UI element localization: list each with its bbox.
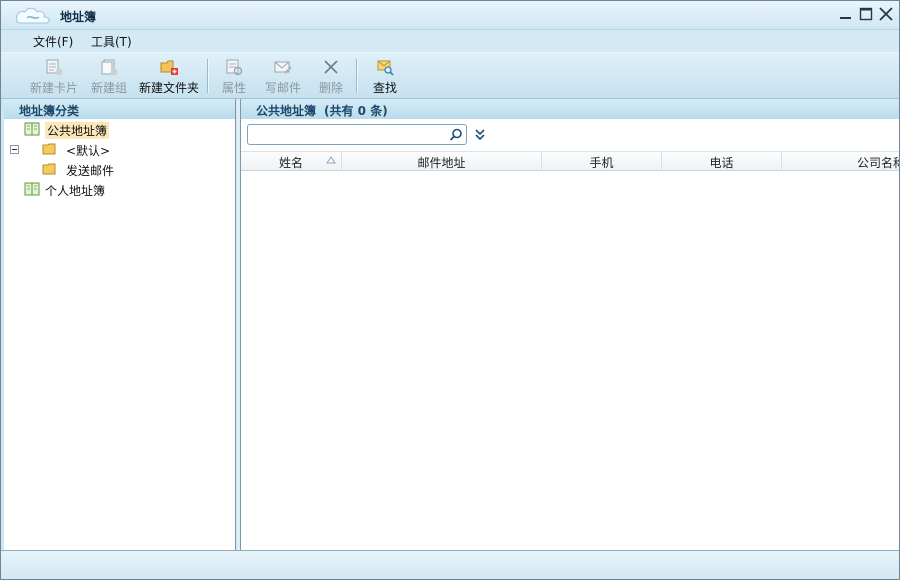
maximize-icon[interactable]: [857, 5, 875, 23]
column-header-name[interactable]: 姓名: [241, 152, 342, 171]
tree-item-default[interactable]: <默认>: [42, 140, 142, 158]
contacts-list[interactable]: [241, 171, 899, 550]
contacts-panel-header: 公共地址簿 (共有 0 条): [241, 99, 899, 119]
new-card-button[interactable]: 新建卡片: [28, 57, 80, 97]
new-folder-icon: [159, 57, 179, 77]
contacts-panel-title: 公共地址簿: [256, 104, 316, 118]
search-box[interactable]: [247, 124, 467, 145]
tree-item-sent-mail[interactable]: 发送邮件: [42, 160, 142, 178]
column-header-mobile[interactable]: 手机: [542, 152, 662, 171]
write-mail-button[interactable]: 写邮件: [261, 57, 305, 97]
collapse-icon[interactable]: [10, 145, 19, 154]
menu-bar: 文件(F) 工具(T): [1, 30, 899, 52]
mail-icon: [273, 57, 293, 77]
new-group-icon: [99, 57, 119, 77]
status-bar: [1, 550, 899, 579]
menu-file[interactable]: 文件(F): [33, 33, 73, 50]
toolbar-separator: [356, 59, 358, 93]
folder-icon: [42, 163, 57, 175]
title-bar[interactable]: 地址簿: [1, 1, 899, 30]
menu-tools[interactable]: 工具(T): [91, 33, 132, 50]
folder-icon: [42, 143, 57, 155]
category-panel-title: 地址簿分类: [4, 99, 235, 119]
search-input[interactable]: [252, 127, 442, 142]
minimize-icon[interactable]: [837, 5, 855, 23]
column-header-row: 姓名 邮件地址 手机 电话 公司名称: [241, 151, 899, 171]
expand-options-icon[interactable]: [474, 128, 486, 142]
address-book-window: 地址簿 文件(F) 工具(T) 新建卡片: [0, 0, 900, 580]
column-header-phone[interactable]: 电话: [662, 152, 782, 171]
sort-ascending-icon: [326, 155, 336, 165]
record-count: (共有 0 条): [324, 104, 388, 118]
category-panel: 地址簿分类 公共地址簿 <默认>: [4, 99, 236, 550]
search-row: [241, 119, 899, 151]
new-card-icon: [44, 57, 64, 77]
search-icon[interactable]: [448, 127, 464, 143]
delete-button[interactable]: 删除: [315, 57, 347, 97]
contacts-panel: 公共地址簿 (共有 0 条) 姓名 邮件地址: [241, 99, 899, 550]
tree-item-personal-address-book[interactable]: 个人地址簿: [24, 180, 144, 198]
close-icon[interactable]: [877, 5, 895, 23]
window-title: 地址簿: [60, 8, 96, 25]
column-header-email[interactable]: 邮件地址: [342, 152, 542, 171]
find-button[interactable]: 查找: [369, 57, 401, 97]
properties-icon: [224, 57, 244, 77]
toolbar-separator: [207, 59, 209, 93]
tree-item-public-address-book[interactable]: 公共地址簿: [24, 120, 144, 138]
address-book-icon: [24, 122, 40, 136]
delete-x-icon: [321, 57, 341, 77]
cloud-logo-icon: [13, 5, 55, 27]
column-header-company[interactable]: 公司名称: [782, 152, 899, 171]
new-folder-button[interactable]: 新建文件夹: [137, 57, 201, 97]
properties-button[interactable]: 属性: [217, 57, 251, 97]
find-mail-icon: [375, 57, 395, 77]
toolbar: 新建卡片 新建组 新建文件夹 属性: [1, 52, 899, 99]
address-book-icon: [24, 182, 40, 196]
new-group-button[interactable]: 新建组: [88, 57, 130, 97]
